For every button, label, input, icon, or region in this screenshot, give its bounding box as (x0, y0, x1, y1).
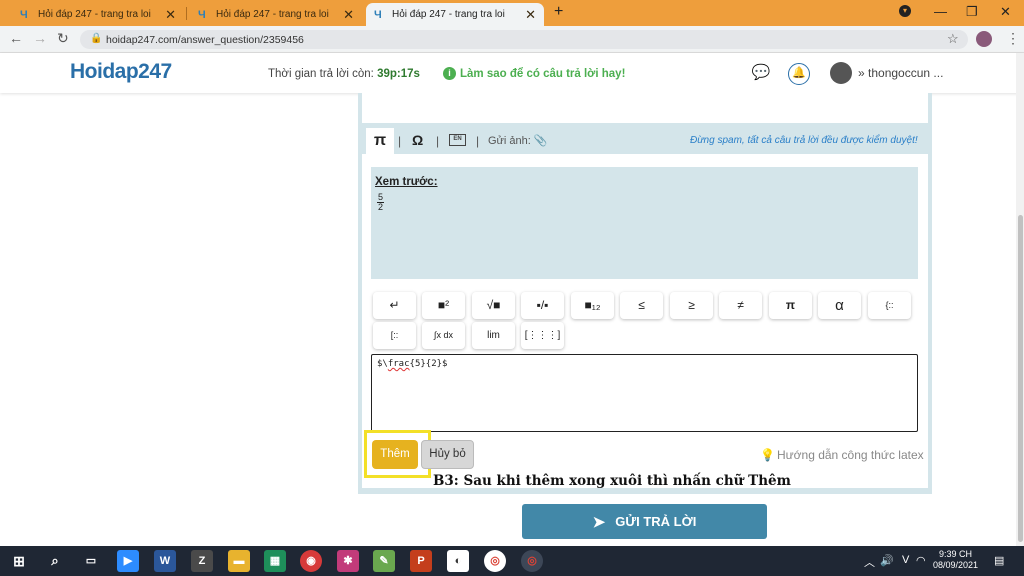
site-favicon-icon: Ч (198, 8, 206, 21)
symbol-tab[interactable]: Ω (412, 132, 423, 148)
store-app-icon[interactable]: ▦ (264, 550, 286, 572)
zoom-app-icon[interactable]: ▶ (117, 550, 139, 572)
close-tab-icon[interactable]: ✕ (343, 7, 354, 23)
key-leq[interactable]: ≤ (620, 292, 663, 319)
english-keyboard-icon[interactable]: EN (449, 134, 466, 146)
preview-box (371, 167, 918, 279)
start-icon[interactable]: ⊞ (8, 550, 30, 572)
key-pi[interactable]: π (769, 292, 812, 319)
word-app-icon[interactable]: W (154, 550, 176, 572)
site-logo[interactable]: Hoidap247 (70, 60, 172, 84)
preview-label: Xem trước: (375, 176, 438, 188)
site-favicon-icon: Ч (20, 8, 28, 21)
notification-bell-icon[interactable]: 🔔 (788, 63, 810, 85)
answer-timer: Thời gian trả lời còn: 39p:17s (268, 68, 420, 80)
task-view-icon[interactable]: ▭ (80, 550, 102, 572)
chrome-active-icon[interactable]: ◎ (521, 550, 543, 572)
notifications-icon[interactable]: ▤ (994, 554, 1004, 567)
browser-tab[interactable]: Ч Hỏi đáp 247 - trang tra loi ✕ (190, 3, 362, 26)
chrome-icon[interactable]: ◎ (484, 550, 506, 572)
key-newline[interactable]: ↵ (373, 292, 416, 319)
back-icon[interactable]: ← (9, 30, 23, 46)
paint-app-icon[interactable]: ✎ (373, 550, 395, 572)
key-matrix[interactable]: [⋮⋮⋮] (521, 322, 564, 349)
spam-warning: Đừng spam, tất cả câu trả lời đều được k… (690, 135, 918, 146)
powerpoint-app-icon[interactable]: P (410, 550, 432, 572)
browser-tab[interactable]: Ч Hỏi đáp 247 - trang tra loi ✕ (12, 3, 184, 26)
restore-icon[interactable]: ❐ (966, 4, 978, 20)
tray-chevron-icon[interactable]: ︿ (864, 554, 875, 570)
key-fraction[interactable]: ▪/▪ (521, 292, 564, 319)
chevron-down-icon: » (858, 66, 865, 80)
divider: | (398, 134, 402, 148)
key-integral[interactable]: ∫x dx (422, 322, 465, 349)
upload-image-label[interactable]: Gửi ảnh: 📎 (488, 134, 548, 147)
user-avatar[interactable] (830, 62, 852, 84)
key-system[interactable]: {:: (868, 292, 911, 319)
key-matrix-bracket[interactable]: [:: (373, 322, 416, 349)
close-tab-icon[interactable]: ✕ (525, 7, 536, 23)
key-limit[interactable]: lim (472, 322, 515, 349)
latex-input[interactable]: $\frac{5}{2}$ (371, 354, 918, 432)
divider: | (436, 134, 440, 148)
preview-fraction: 5 2 (377, 192, 385, 212)
file-explorer-icon[interactable]: ▬ (228, 550, 250, 572)
zalo-app-icon[interactable]: Z (191, 550, 213, 572)
url-field[interactable]: 🔒 hoidap247.com/answer_question/2359456 (80, 30, 968, 49)
key-superscript[interactable]: ■² (422, 292, 465, 319)
input-language[interactable]: V (902, 554, 909, 566)
bookmark-star-icon[interactable]: ☆ (947, 31, 959, 47)
site-favicon-icon: Ч (374, 8, 382, 21)
key-sqrt[interactable]: √■ (472, 292, 515, 319)
app-icon[interactable]: ◉ (300, 550, 322, 572)
tab-divider (186, 7, 187, 20)
user-menu[interactable]: » thongoccun ... (858, 66, 943, 80)
scrollbar-thumb[interactable] (1018, 215, 1023, 542)
close-window-icon[interactable]: ✕ (1000, 4, 1011, 20)
tab-search-icon[interactable]: ▾ (899, 5, 911, 17)
answer-text-area[interactable] (362, 93, 928, 123)
divider: | (476, 134, 480, 148)
minimize-icon[interactable]: — (934, 4, 947, 19)
cancel-button[interactable]: Hủy bỏ (421, 440, 474, 469)
volume-icon[interactable]: 🔊 (880, 554, 894, 567)
browser-menu-icon[interactable]: ⋮ (1006, 30, 1020, 47)
paperclip-icon[interactable]: 📎 (534, 135, 548, 147)
wifi-icon[interactable]: ◠ (916, 554, 926, 567)
latex-guide-link[interactable]: 💡 Hướng dẫn công thức latex (760, 448, 924, 462)
add-button[interactable]: Thêm (372, 440, 418, 469)
slack-app-icon[interactable]: ✱ (337, 550, 359, 572)
browser-tab-active[interactable]: Ч Hỏi đáp 247 - trang tra loi ✕ (366, 3, 544, 26)
lightbulb-icon: 💡 (760, 448, 775, 462)
key-neq[interactable]: ≠ (719, 292, 762, 319)
send-answer-button[interactable]: ➤ GỬI TRẢ LỜI (522, 504, 767, 539)
instruction-caption: B3: Sau khi thêm xong xuôi thì nhấn chữ … (433, 473, 791, 489)
new-tab-button[interactable]: + (554, 3, 563, 21)
chat-icon[interactable]: 💬 (750, 63, 772, 85)
send-icon: ➤ (592, 513, 606, 531)
taskbar-clock[interactable]: 9:39 CH 08/09/2021 (933, 549, 978, 571)
answer-tip-link[interactable]: i Làm sao để có câu trả lời hay! (443, 67, 625, 80)
close-tab-icon[interactable]: ✕ (165, 7, 176, 23)
key-geq[interactable]: ≥ (670, 292, 713, 319)
reload-icon[interactable]: ↻ (57, 30, 69, 47)
key-alpha[interactable]: α (818, 292, 861, 319)
math-tab[interactable]: π (366, 128, 394, 154)
lock-icon: 🔒 (90, 33, 103, 44)
search-icon[interactable]: ⌕ (44, 550, 66, 572)
key-subscript[interactable]: ■₁₂ (571, 292, 614, 319)
info-icon: i (443, 67, 456, 80)
forward-icon[interactable]: → (33, 30, 47, 46)
app-icon[interactable]: ◐ (447, 550, 469, 572)
profile-avatar-icon[interactable] (976, 31, 992, 47)
